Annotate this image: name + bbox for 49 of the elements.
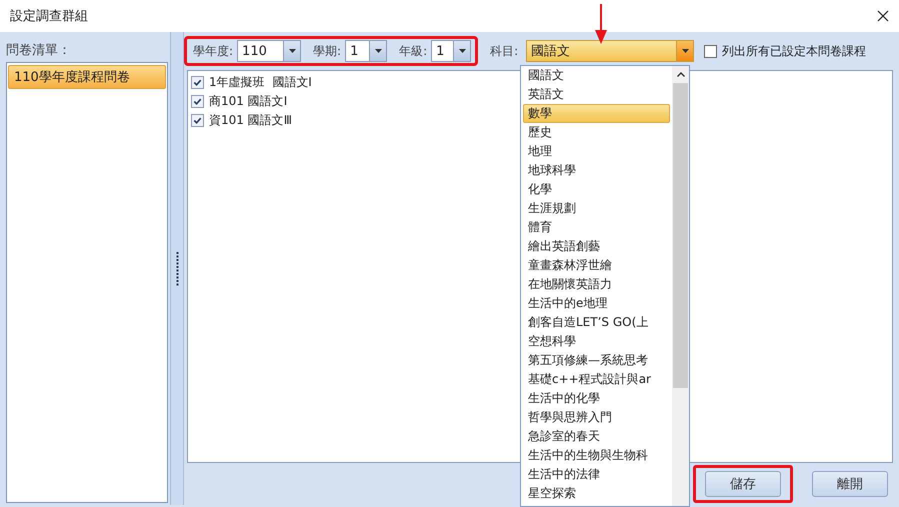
dropdown-option[interactable]: 國語文 <box>523 66 670 85</box>
dropdown-option[interactable]: 創客自造LET’S GO(上 <box>523 313 670 332</box>
dropdown-option[interactable]: 基礎c++程式設計與ar <box>523 370 670 389</box>
dropdown-option[interactable]: 生活中的e地理 <box>523 294 670 313</box>
dropdown-option[interactable]: 地球科學 <box>523 161 670 180</box>
scroll-up-icon[interactable] <box>676 72 684 77</box>
close-icon[interactable] <box>877 10 889 22</box>
dropdown-option[interactable]: 繪出英語創藝 <box>523 237 670 256</box>
caret-icon[interactable] <box>288 48 296 54</box>
pointer-arrow-icon <box>595 4 607 44</box>
check-icon <box>192 96 203 107</box>
dropdown-option[interactable]: 急診室的春天 <box>523 427 670 446</box>
survey-list-item[interactable]: 110學年度課程問卷 <box>8 65 166 89</box>
filter-label: 科目: <box>490 42 518 60</box>
dropdown-option[interactable]: 哲學與思辨入門 <box>523 408 670 427</box>
splitter-grip-icon[interactable] <box>176 252 178 286</box>
dropdown-field[interactable]: 110 <box>237 40 302 62</box>
dropdown-field[interactable]: 1 <box>345 40 388 62</box>
dropdown-option[interactable]: 化學 <box>523 180 670 199</box>
dropdown-option[interactable]: 生活中的法律 <box>523 465 670 484</box>
dropdown-option[interactable]: 體育 <box>523 218 670 237</box>
dropdown-option[interactable]: 星空探索 <box>523 484 670 503</box>
list-all-checkbox[interactable]: 列出所有已設定本問卷課程 <box>704 42 866 60</box>
dropdown-option[interactable]: 在地關懷英語力 <box>523 275 670 294</box>
check-icon <box>192 77 203 88</box>
dropdown-option[interactable]: 生活中的生物與生物科 <box>523 446 670 465</box>
dropdown-option[interactable]: 數學 <box>523 104 670 123</box>
action-button[interactable]: 離開 <box>812 471 888 497</box>
window-title: 設定調查群組 <box>10 8 88 25</box>
subject-dropdown-field[interactable]: 國語文 <box>526 40 694 62</box>
filter-label: 學年度: <box>193 42 234 60</box>
dropdown-option[interactable]: 空想科學 <box>523 332 670 351</box>
check-icon <box>192 115 203 126</box>
filter-label: 學期: <box>313 42 342 60</box>
dropdown-option[interactable]: 英語文 <box>523 85 670 104</box>
dropdown-field[interactable]: 1 <box>431 40 472 62</box>
filter-label: 年級: <box>399 42 428 60</box>
scrollbar[interactable] <box>672 66 689 506</box>
dropdown-option[interactable]: 童畫森林浮世繪 <box>523 256 670 275</box>
list-label: 問卷清單： <box>6 42 72 60</box>
action-button[interactable]: 儲存 <box>705 471 781 497</box>
dropdown-option[interactable]: 地理 <box>523 142 670 161</box>
dropdown-option[interactable]: 第五項修練—系統思考 <box>523 351 670 370</box>
caret-icon[interactable] <box>374 48 382 54</box>
dropdown-option[interactable]: 歷史 <box>523 123 670 142</box>
caret-icon[interactable] <box>682 48 689 54</box>
caret-icon[interactable] <box>458 48 466 54</box>
dropdown-option[interactable]: 生活中的化學 <box>523 389 670 408</box>
dropdown-option[interactable]: 生涯規劃 <box>523 199 670 218</box>
